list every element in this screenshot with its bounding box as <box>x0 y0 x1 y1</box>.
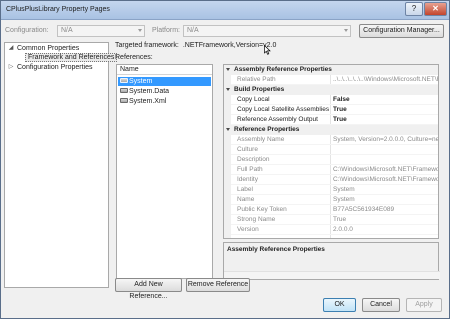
property-row[interactable]: Identity C:\Windows\Microsoft.NET\Framew… <box>224 175 438 185</box>
platform-value: N/A <box>187 27 199 34</box>
tree-item-label: Framework and References <box>25 53 118 62</box>
framework-references-panel: Targeted framework: .NETFramework,Version… <box>111 42 446 300</box>
assembly-icon <box>120 78 128 83</box>
mouse-cursor-icon <box>264 45 271 55</box>
category-name: Build Properties <box>234 86 285 93</box>
reference-name: System.Xml <box>129 98 167 105</box>
close-button[interactable]: ✕ <box>424 2 447 16</box>
property-row[interactable]: Full Path C:\Windows\Microsoft.NET\Frame… <box>224 165 438 175</box>
collapsed-icon[interactable]: ▷ <box>8 63 14 72</box>
expanded-icon[interactable] <box>226 128 230 131</box>
expanded-icon[interactable]: ◢ <box>8 44 14 53</box>
list-item[interactable]: System <box>118 77 211 86</box>
category-row[interactable]: Reference Properties <box>224 125 438 135</box>
property-row[interactable]: Version 2.0.0.0 <box>224 225 438 235</box>
chevron-down-icon <box>344 29 348 32</box>
property-row[interactable]: Strong Name True <box>224 215 438 225</box>
category-name: Assembly Reference Properties <box>234 66 332 73</box>
property-row[interactable]: Copy Local Satellite Assemblies True <box>224 105 438 115</box>
targeted-framework-label: Targeted framework: <box>115 42 179 49</box>
help-button[interactable]: ? <box>405 2 423 16</box>
apply-button[interactable]: Apply <box>406 298 442 312</box>
title-bar[interactable]: CPlusPlusLibrary Property Pages ? ✕ <box>1 1 449 20</box>
property-row[interactable]: Label System <box>224 185 438 195</box>
tree-item-framework-and-references[interactable]: Framework and References <box>25 53 118 62</box>
category-name: Reference Properties <box>234 126 300 133</box>
assembly-icon <box>120 88 128 93</box>
assembly-icon <box>120 98 128 103</box>
expanded-icon[interactable] <box>226 88 230 91</box>
configuration-label: Configuration: <box>5 27 49 34</box>
row-divider <box>231 234 438 235</box>
category-row[interactable]: Build Properties <box>224 85 438 95</box>
property-row[interactable]: Culture <box>224 145 438 155</box>
targeted-framework-value: .NETFramework,Version=v2.0 <box>182 42 277 49</box>
tree-item-label: Configuration Properties <box>17 64 93 71</box>
property-row[interactable]: Name System <box>224 195 438 205</box>
references-label: References: <box>115 54 153 61</box>
platform-dropdown[interactable]: N/A <box>183 25 351 37</box>
chevron-down-icon <box>138 29 142 32</box>
description-title: Assembly Reference Properties <box>227 246 325 253</box>
references-list[interactable]: Name System System.Data System.Xml <box>116 64 213 279</box>
property-row[interactable]: Relative Path ..\..\..\..\..\..\Windows\… <box>224 75 438 85</box>
add-new-reference-button[interactable]: Add New Reference... <box>115 278 182 300</box>
list-item[interactable]: System.Data <box>118 87 211 96</box>
property-description-pane: Assembly Reference Properties <box>223 242 440 280</box>
platform-label: Platform: <box>152 27 181 34</box>
tree-item-label: Common Properties <box>17 45 80 52</box>
property-row[interactable]: Copy Local False <box>224 95 438 105</box>
list-item[interactable]: System.Xml <box>118 97 211 106</box>
column-header-name[interactable]: Name <box>117 65 212 75</box>
remove-reference-button[interactable]: Remove Reference <box>186 278 250 292</box>
horizontal-scrollbar[interactable] <box>224 271 440 279</box>
reference-name: System.Data <box>129 88 170 95</box>
property-row[interactable]: Reference Assembly Output True <box>224 115 438 125</box>
reference-name: System <box>129 78 153 85</box>
configuration-dropdown[interactable]: N/A <box>57 25 145 37</box>
settings-tree: ◢ Common Properties Framework and Refere… <box>4 42 118 288</box>
cancel-button[interactable]: Cancel <box>362 298 400 312</box>
ok-button[interactable]: OK <box>323 298 356 312</box>
configuration-bar: Configuration: N/A Platform: N/A Configu… <box>1 20 449 42</box>
property-row[interactable]: Public Key Token B77A5C561934E089 <box>224 205 438 215</box>
property-row[interactable]: Description <box>224 155 438 165</box>
category-row[interactable]: Assembly Reference Properties <box>224 65 438 75</box>
expanded-icon[interactable] <box>226 68 230 71</box>
targeted-framework: Targeted framework: .NETFramework,Version… <box>115 42 276 50</box>
configuration-manager-button[interactable]: Configuration Manager... <box>359 24 444 38</box>
configuration-value: N/A <box>61 27 73 34</box>
property-pages-dialog: CPlusPlusLibrary Property Pages ? ✕ Conf… <box>0 0 450 319</box>
window-title: CPlusPlusLibrary Property Pages <box>6 6 110 13</box>
property-row[interactable]: Assembly Name System, Version=2.0.0.0, C… <box>224 135 438 145</box>
property-grid[interactable]: Assembly Reference Properties Relative P… <box>223 64 439 239</box>
